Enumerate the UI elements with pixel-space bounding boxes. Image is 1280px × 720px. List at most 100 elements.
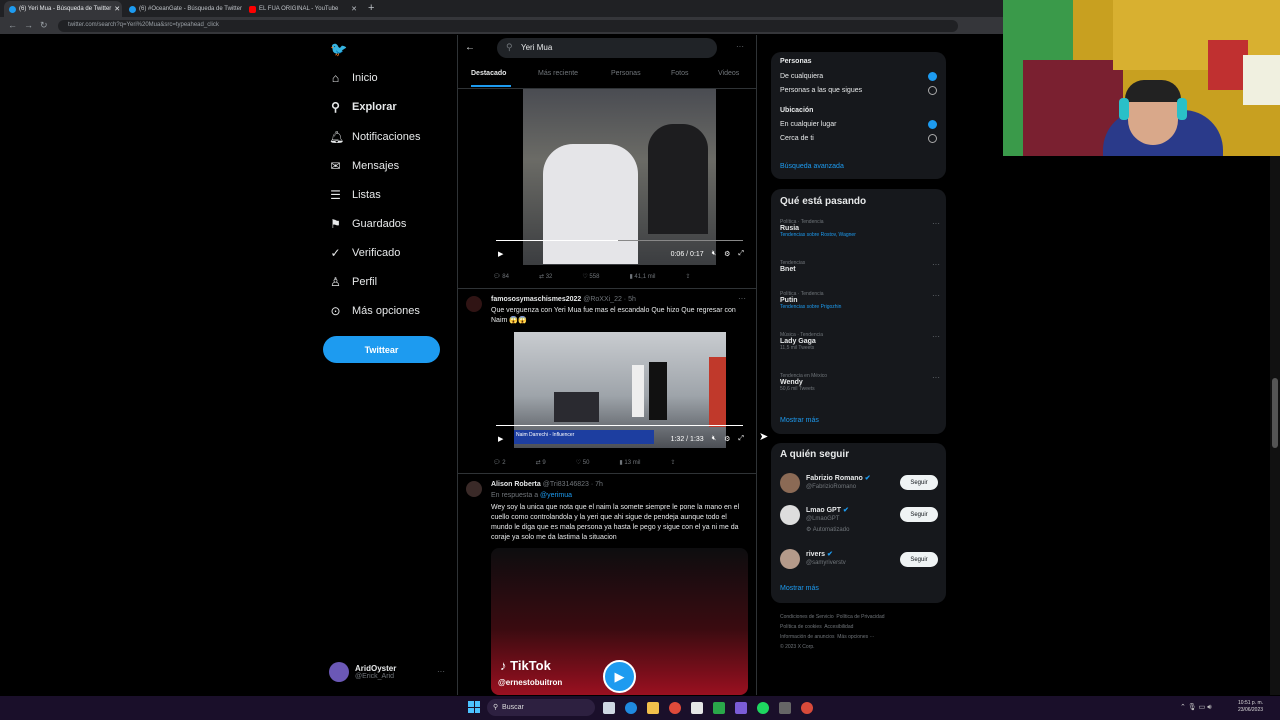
- tab-personas[interactable]: Personas: [611, 70, 641, 77]
- sidebar-item-listas[interactable]: ☰ Listas: [329, 185, 381, 205]
- trend-item[interactable]: Música · Tendencia Lady Gaga 11,5 mil Tw…: [780, 332, 940, 351]
- edge-icon[interactable]: [625, 702, 637, 714]
- sidebar-item-inicio[interactable]: ⌂ Inicio: [329, 68, 378, 88]
- views-button[interactable]: ▮ 13 mil: [619, 459, 640, 466]
- tweet-video[interactable]: Naim Darrechi - Influencer: [514, 332, 726, 448]
- views-button[interactable]: ▮ 41,1 mil: [629, 273, 655, 280]
- footer-link[interactable]: Información de anuncios: [780, 634, 834, 640]
- more-dots-icon[interactable]: ···: [437, 667, 445, 676]
- follow-button[interactable]: Seguir: [900, 475, 938, 490]
- reload-icon[interactable]: ↻: [40, 20, 48, 31]
- footer-link[interactable]: Condiciones de Servicio: [780, 614, 834, 620]
- app-icon[interactable]: [779, 702, 791, 714]
- tweet-author[interactable]: famososymaschismes2022: [491, 296, 581, 303]
- trend-item[interactable]: Política · Tendencia Rusia Tendencias so…: [780, 219, 940, 238]
- tray-icons[interactable]: ⌃ 🎙︎ ▭ 🔊︎: [1180, 703, 1212, 712]
- like-button[interactable]: ♡ 558: [582, 273, 599, 280]
- more-dots-icon[interactable]: ···: [738, 294, 746, 303]
- browser-tab[interactable]: EL FUA ORIGINAL - YouTube ✕: [244, 1, 362, 17]
- follow-suggestion[interactable]: Lmao GPT ✔ @LmaoGPT ⚙ Automatizado Segui…: [780, 505, 940, 535]
- windows-start-icon[interactable]: [468, 701, 480, 713]
- radio-selected[interactable]: [928, 120, 937, 129]
- sidebar-item-mensajes[interactable]: ✉ Mensajes: [329, 156, 399, 176]
- follow-button[interactable]: Seguir: [900, 552, 938, 567]
- tab-destacado[interactable]: Destacado: [471, 70, 506, 77]
- obs-icon[interactable]: [801, 702, 813, 714]
- reply-button[interactable]: 💬︎ 84: [493, 273, 509, 280]
- more-dots-icon[interactable]: ···: [932, 260, 940, 269]
- trend-item[interactable]: Tendencias Bnet ···: [780, 260, 940, 273]
- chrome-icon[interactable]: [669, 702, 681, 714]
- close-icon[interactable]: ✕: [351, 5, 357, 13]
- task-view-icon[interactable]: [603, 702, 615, 714]
- play-icon[interactable]: ▶: [498, 250, 503, 258]
- show-more-link[interactable]: Mostrar más: [780, 585, 819, 592]
- play-icon[interactable]: ▶: [498, 435, 503, 443]
- sidebar-item-explorar[interactable]: ⚲ Explorar: [329, 97, 397, 117]
- follow-suggestion[interactable]: rivers ✔ @samyriverstv Seguir: [780, 549, 940, 571]
- fullscreen-icon[interactable]: ⤢: [738, 435, 744, 443]
- follow-button[interactable]: Seguir: [900, 507, 938, 522]
- sidebar-item-notificaciones[interactable]: 🔔︎ Notificaciones: [329, 127, 420, 147]
- fullscreen-icon[interactable]: ⤢: [738, 250, 744, 258]
- twitter-logo-icon[interactable]: 🐦: [330, 41, 347, 58]
- tiktok-video[interactable]: ♪ TikTok @ernestobuitron ▶: [491, 548, 748, 695]
- reply-button[interactable]: 💬︎ 2: [493, 459, 506, 466]
- tab-videos[interactable]: Videos: [718, 70, 739, 77]
- footer-link[interactable]: Política de cookies: [780, 624, 822, 630]
- settings-icon[interactable]: ⚙: [724, 250, 730, 258]
- account-switcher[interactable]: AridOyster @Erick_Arid: [329, 662, 396, 682]
- back-arrow-icon[interactable]: ←: [465, 42, 475, 53]
- tweet-video[interactable]: [523, 89, 716, 265]
- share-icon[interactable]: ⇪: [670, 459, 675, 466]
- more-dots-icon[interactable]: ···: [736, 42, 744, 51]
- sidebar-item-guardados[interactable]: ⚑ Guardados: [329, 214, 406, 234]
- radio[interactable]: [928, 86, 937, 95]
- avatar[interactable]: [466, 481, 482, 497]
- play-icon[interactable]: ▶: [603, 660, 636, 693]
- sidebar-item-mas-opciones[interactable]: ⊙ Más opciones: [329, 301, 419, 321]
- follow-suggestion[interactable]: Fabrizio Romano ✔ @FabrizioRomano Seguir: [780, 473, 940, 495]
- footer-link[interactable]: Más opciones ···: [837, 634, 874, 640]
- url-field[interactable]: twitter.com/search?q=Yeri%20Mua&src=type…: [58, 20, 958, 32]
- avatar[interactable]: [466, 296, 482, 312]
- spotify-icon[interactable]: [757, 702, 769, 714]
- clock[interactable]: 10:51 p. m. 23/06/2023: [1238, 700, 1263, 714]
- new-tab-button[interactable]: +: [368, 2, 374, 14]
- footer-link[interactable]: Accesibilidad: [824, 624, 853, 630]
- sidebar-item-verificado[interactable]: ✓ Verificado: [329, 243, 400, 263]
- show-more-link[interactable]: Mostrar más: [780, 417, 819, 424]
- store-icon[interactable]: [691, 702, 703, 714]
- retweet-button[interactable]: ⇄ 32: [539, 273, 552, 280]
- video-progress[interactable]: [496, 425, 743, 426]
- browser-tab[interactable]: (6) #OceanGate - Búsqueda de Twitter ✕: [124, 1, 242, 17]
- scrollbar-thumb[interactable]: [1272, 378, 1278, 448]
- app-icon[interactable]: [713, 702, 725, 714]
- more-dots-icon[interactable]: ···: [932, 373, 940, 382]
- back-icon[interactable]: ←: [8, 20, 17, 30]
- radio[interactable]: [928, 134, 937, 143]
- more-dots-icon[interactable]: ···: [932, 332, 940, 341]
- settings-icon[interactable]: ⚙: [724, 435, 730, 443]
- browser-tab[interactable]: (6) Yeri Mua - Búsqueda de Twitter ✕: [4, 1, 122, 17]
- more-dots-icon[interactable]: ···: [932, 219, 940, 228]
- radio-selected[interactable]: [928, 72, 937, 81]
- volume-icon[interactable]: 🔇︎: [712, 250, 716, 258]
- app-icon[interactable]: [735, 702, 747, 714]
- tweet-author[interactable]: Alison Roberta: [491, 481, 541, 488]
- forward-icon[interactable]: →: [24, 20, 33, 30]
- like-button[interactable]: ♡ 50: [576, 459, 590, 466]
- search-input[interactable]: Yeri Mua: [497, 38, 717, 58]
- more-dots-icon[interactable]: ···: [932, 291, 940, 300]
- file-explorer-icon[interactable]: [647, 702, 659, 714]
- advanced-search-link[interactable]: Búsqueda avanzada: [780, 163, 844, 170]
- reply-to-link[interactable]: @yerimua: [540, 492, 572, 499]
- share-icon[interactable]: ⇪: [685, 273, 690, 280]
- trend-item[interactable]: Tendencia en México Wendy 50,6 mil Tweet…: [780, 373, 940, 392]
- footer-link[interactable]: Política de Privacidad: [836, 614, 884, 620]
- tab-fotos[interactable]: Fotos: [671, 70, 689, 77]
- retweet-button[interactable]: ⇄ 9: [536, 459, 546, 466]
- trend-item[interactable]: Política · Tendencia Putin Tendencias so…: [780, 291, 940, 310]
- tab-mas-reciente[interactable]: Más reciente: [538, 70, 578, 77]
- tweet-button[interactable]: Twittear: [323, 336, 440, 363]
